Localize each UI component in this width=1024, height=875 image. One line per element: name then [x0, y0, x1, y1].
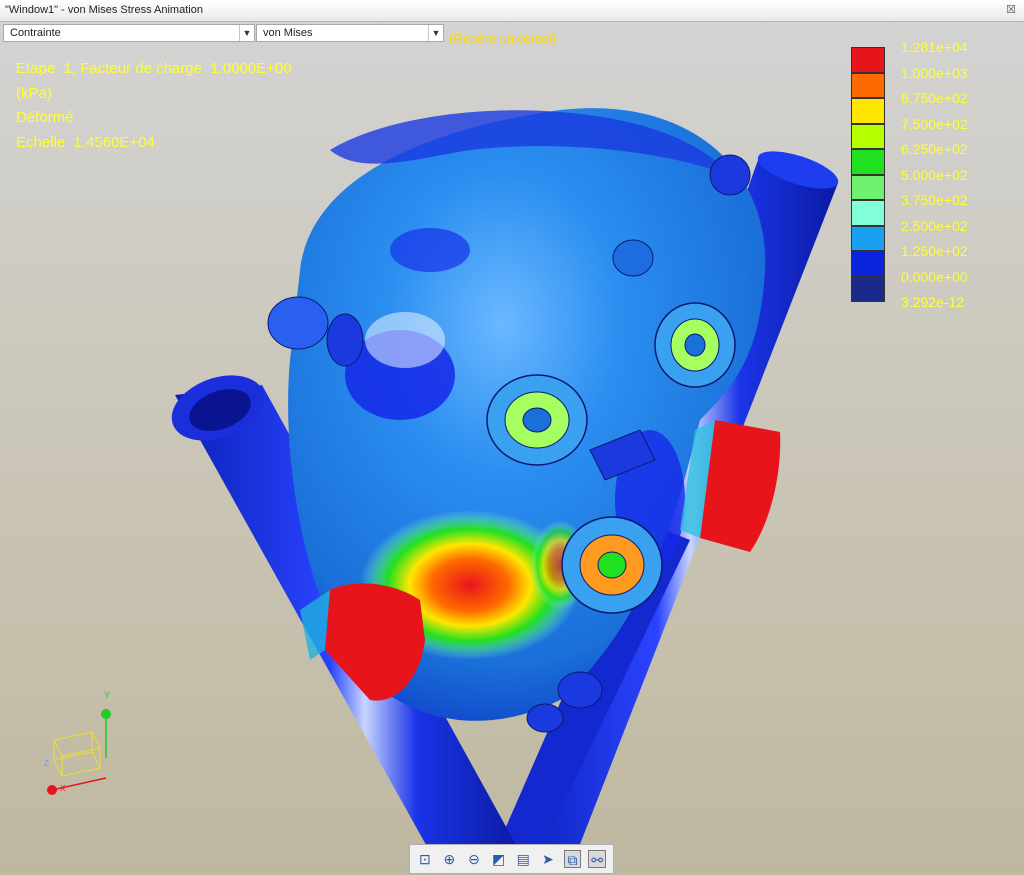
- legend-swatch: [851, 225, 885, 251]
- legend-swatch: [851, 276, 885, 302]
- legend-swatch: [851, 123, 885, 149]
- legend-swatch: [851, 149, 885, 175]
- legend-label: 3.750e+02: [901, 192, 968, 208]
- axis-triad: Y X Z: [44, 690, 111, 795]
- legend-label: 2.500e+02: [901, 217, 968, 234]
- view-toolbar: ⊡ ⊕ ⊖ ◩ ▤ ➤ ⧉ ⚯: [409, 844, 614, 874]
- graphics-viewport[interactable]: Contrainte ▼ von Mises ▼ (Repère univers…: [0, 22, 1024, 875]
- zoom-fit-icon[interactable]: ⊡: [416, 850, 434, 868]
- legend-min-label: 3.292e-12: [901, 294, 965, 310]
- result-info: Etape 1, Facteur de charge 1.0000E+00 (k…: [16, 57, 292, 155]
- component-dropdown[interactable]: von Mises ▼: [256, 24, 444, 42]
- step-line: Etape 1, Facteur de charge 1.0000E+00: [16, 60, 292, 77]
- x-axis-icon: [47, 785, 57, 795]
- close-icon[interactable]: ☒: [1004, 3, 1018, 17]
- result-type-value: Contrainte: [10, 27, 61, 39]
- legend-swatch: [851, 174, 885, 200]
- triad-z-label: Z: [44, 759, 49, 768]
- zoom-out-icon[interactable]: ⊖: [465, 850, 483, 868]
- window-titlebar: "Window1" - von Mises Stress Animation ☒: [0, 0, 1024, 22]
- legend-label: 1.250e+02: [901, 243, 968, 259]
- display-mode: Déformé: [16, 109, 74, 126]
- deformed-toggle-icon[interactable]: ⧉: [563, 850, 582, 868]
- triad-y-label: Y: [104, 690, 110, 700]
- y-axis-icon: [101, 709, 111, 719]
- legend-label: 5.000e+02: [901, 166, 968, 183]
- shaded-view-icon[interactable]: ◩: [490, 850, 508, 868]
- legend-label: 6.250e+02: [901, 141, 968, 157]
- chevron-down-icon[interactable]: ▼: [428, 25, 443, 41]
- legend-swatch: [851, 72, 885, 98]
- legend-swatch: [851, 251, 885, 277]
- zoom-in-icon[interactable]: ⊕: [441, 850, 459, 868]
- unit-label: (kPa): [16, 84, 52, 102]
- window-title: "Window1" - von Mises Stress Animation: [5, 4, 203, 16]
- coordinate-frame-label: (Repère universel): [449, 31, 556, 46]
- port-boss: [654, 302, 736, 388]
- legend-label: 0.000e+00: [901, 268, 968, 285]
- animate-icon[interactable]: ➤: [539, 850, 557, 868]
- chevron-down-icon[interactable]: ▼: [239, 25, 254, 41]
- view-options-icon[interactable]: ▤: [514, 850, 532, 868]
- legend-label: 1.000e+03: [901, 64, 968, 81]
- probe-icon[interactable]: ⚯: [588, 850, 606, 868]
- legend-label: 7.500e+02: [901, 115, 968, 132]
- port-boss: [486, 374, 588, 466]
- legend-swatch: [851, 200, 885, 226]
- component-value: von Mises: [263, 27, 313, 39]
- legend-swatch: [851, 98, 885, 124]
- result-type-dropdown[interactable]: Contrainte ▼: [3, 24, 255, 42]
- scale-line: Echelle 1.4560E+04: [16, 133, 155, 151]
- legend-label: 1.281e+04: [901, 39, 968, 55]
- legend-swatch: [851, 47, 885, 73]
- triad-x-label: X: [60, 784, 66, 793]
- port-boss: [561, 516, 663, 614]
- legend-label: 8.750e+02: [901, 90, 968, 106]
